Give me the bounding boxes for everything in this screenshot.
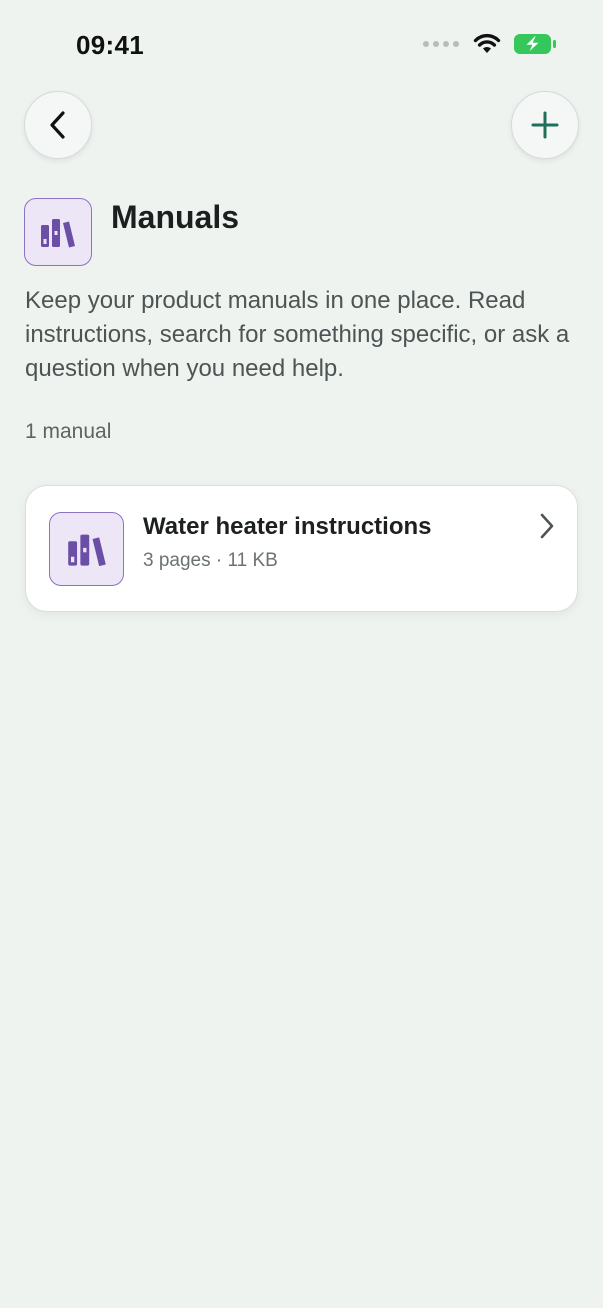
chevron-left-icon <box>50 111 65 139</box>
status-icons <box>423 33 557 55</box>
page-description: Keep your product manuals in one place. … <box>25 287 570 382</box>
manual-count: 1 manual <box>25 420 112 443</box>
books-icon <box>41 219 75 248</box>
cellular-signal-icon <box>423 41 459 47</box>
back-button[interactable] <box>24 91 92 159</box>
manual-item-icon <box>49 512 124 586</box>
chevron-right-icon <box>540 513 554 539</box>
manual-meta: 3 pages · 11 KB <box>143 550 278 571</box>
plus-icon <box>531 111 559 139</box>
manual-list-item[interactable]: Water heater instructions 3 pages · 11 K… <box>25 485 578 612</box>
page-title: Manuals <box>111 199 240 235</box>
books-icon <box>67 534 106 567</box>
manuals-header-icon <box>24 198 92 266</box>
wifi-icon <box>473 33 501 53</box>
add-manual-button[interactable] <box>511 91 579 159</box>
status-bar: 09:41 <box>0 0 603 90</box>
status-time: 09:41 <box>76 30 144 60</box>
battery-charging-icon <box>514 34 556 54</box>
manual-title: Water heater instructions <box>143 513 432 540</box>
